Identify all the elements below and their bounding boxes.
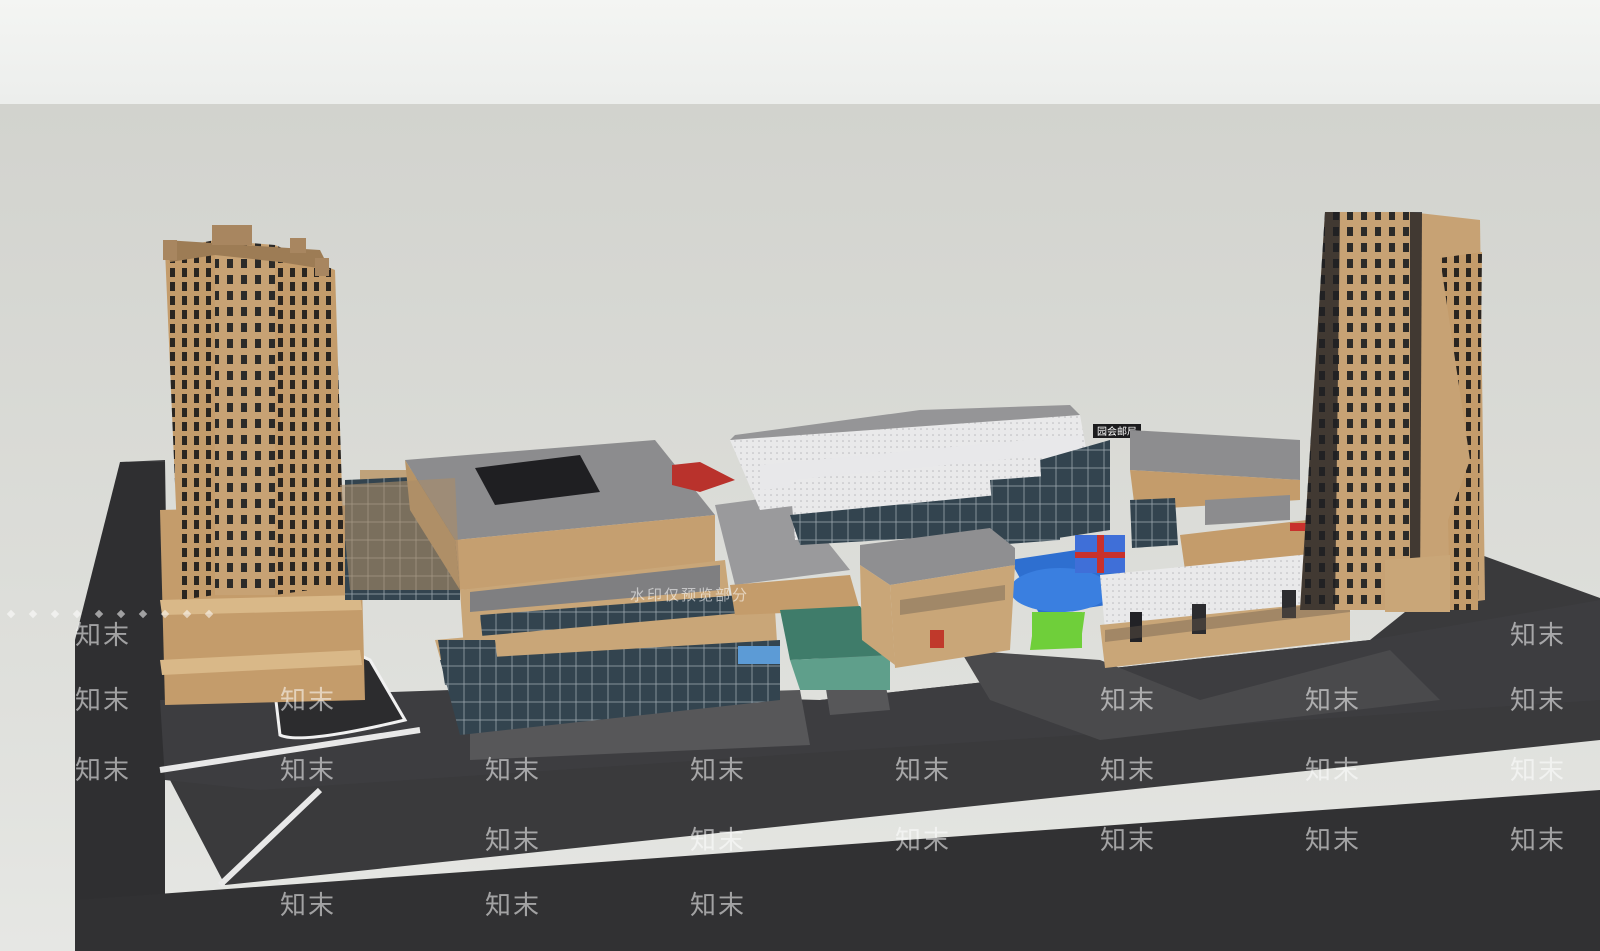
right-office-tower bbox=[1300, 212, 1485, 612]
architecture-model: 园会邮局 bbox=[75, 212, 1600, 951]
corner-octagon-building bbox=[860, 528, 1015, 668]
watermark-dots-row bbox=[0, 602, 1600, 619]
green-panel bbox=[1032, 612, 1082, 648]
left-residential-tower bbox=[163, 225, 345, 600]
upper-long-building: 园会邮局 bbox=[730, 405, 1300, 548]
